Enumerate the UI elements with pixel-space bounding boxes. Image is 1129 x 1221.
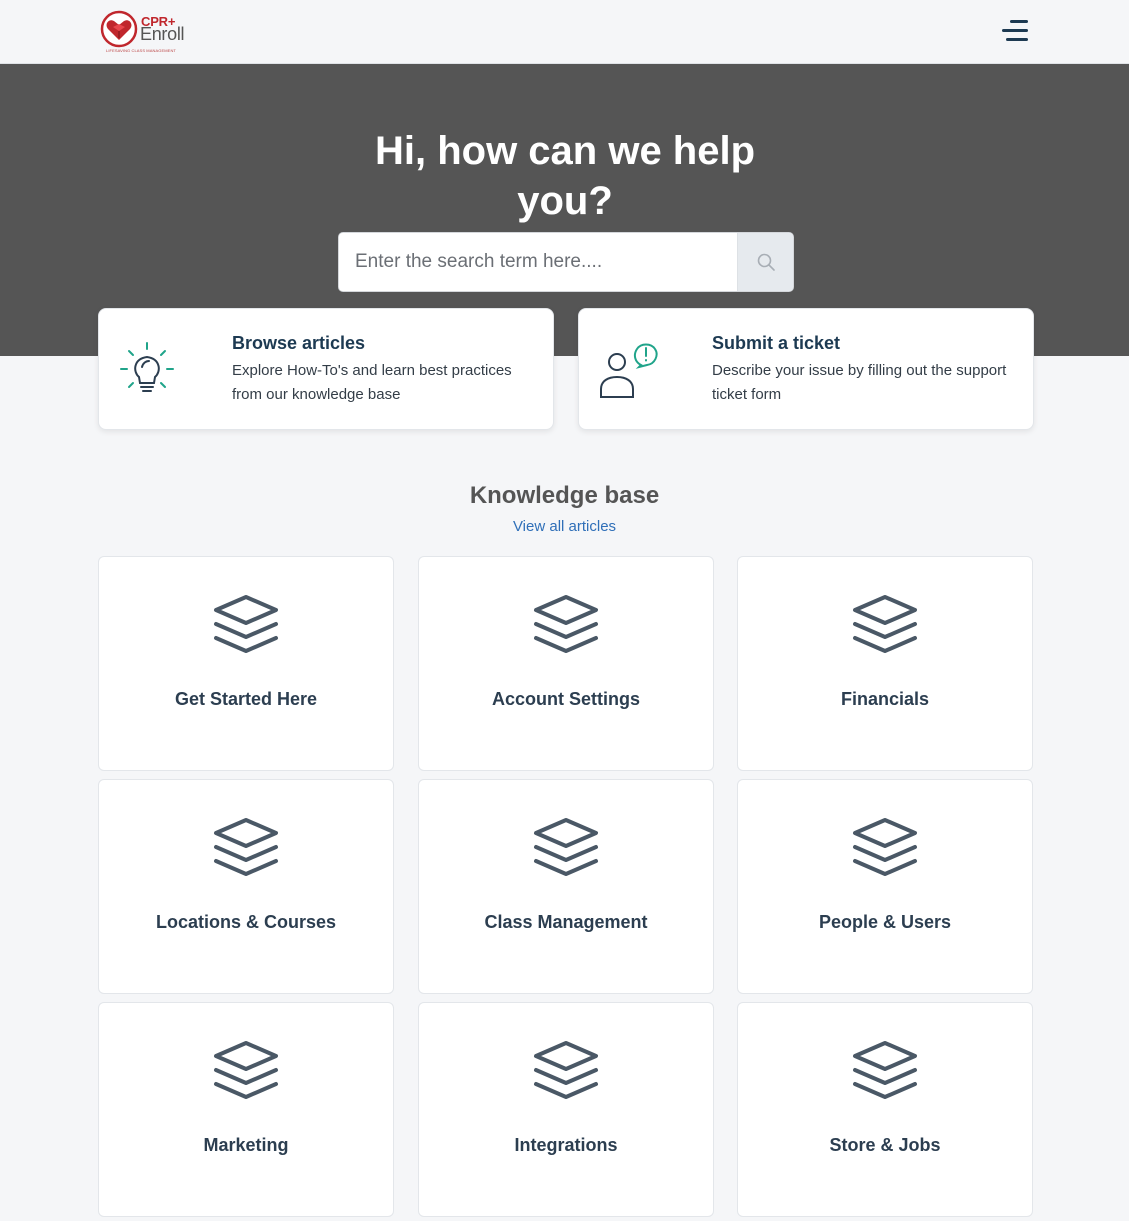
brand-logo[interactable]: CPR+ Enroll LIFESAVING CLASS MANAGEMENT	[100, 8, 192, 56]
category-card-account-settings[interactable]: Account Settings	[418, 556, 714, 771]
category-label: Store & Jobs	[829, 1135, 941, 1155]
search-button[interactable]	[737, 233, 793, 291]
logo-brand-main: Enroll	[140, 24, 185, 44]
submit-ticket-description: Describe your issue by filling out the s…	[712, 362, 1007, 403]
category-label: Marketing	[203, 1135, 289, 1155]
knowledge-base-heading: Knowledge base	[469, 482, 660, 509]
layers-icon	[534, 595, 598, 653]
logo-tagline: LIFESAVING CLASS MANAGEMENT	[106, 48, 176, 53]
category-card-locations-courses[interactable]: Locations & Courses	[98, 779, 394, 994]
browse-articles-description: Explore How-To's and learn best practice…	[232, 362, 512, 403]
hamburger-menu-icon[interactable]	[1000, 18, 1028, 44]
layers-icon	[214, 818, 278, 876]
layers-icon	[853, 595, 917, 653]
view-all-articles-link[interactable]: View all articles	[513, 518, 616, 535]
layers-icon	[853, 818, 917, 876]
category-card-class-management[interactable]: Class Management	[418, 779, 714, 994]
category-label: Get Started Here	[174, 689, 318, 709]
category-label: People & Users	[818, 912, 952, 932]
search-input[interactable]	[339, 233, 737, 291]
category-card-integrations[interactable]: Integrations	[418, 1002, 714, 1217]
layers-icon	[853, 1041, 917, 1099]
category-card-people-users[interactable]: People & Users	[737, 779, 1033, 994]
category-label: Financials	[840, 689, 930, 709]
category-card-store-jobs[interactable]: Store & Jobs	[737, 1002, 1033, 1217]
top-navbar: CPR+ Enroll LIFESAVING CLASS MANAGEMENT	[0, 0, 1129, 64]
user-alert-icon	[600, 343, 658, 398]
category-card-get-started[interactable]: Get Started Here	[98, 556, 394, 771]
browse-articles-card[interactable]: Browse articles Explore How-To's and lea…	[98, 308, 554, 430]
layers-icon	[214, 1041, 278, 1099]
layers-icon	[534, 1041, 598, 1099]
category-card-financials[interactable]: Financials	[737, 556, 1033, 771]
hero-title: Hi, how can we help you?	[374, 129, 756, 223]
category-card-marketing[interactable]: Marketing	[98, 1002, 394, 1217]
lightbulb-icon	[120, 342, 174, 392]
submit-ticket-title: Submit a ticket	[712, 333, 841, 353]
layers-icon	[214, 595, 278, 653]
browse-articles-title: Browse articles	[232, 333, 366, 353]
category-label: Locations & Courses	[155, 912, 337, 932]
view-all-articles-row: View all articles	[0, 518, 1129, 535]
search-icon	[757, 253, 775, 271]
category-label: Integrations	[514, 1135, 618, 1155]
category-label: Account Settings	[491, 689, 640, 709]
layers-icon	[534, 818, 598, 876]
heart-logo-icon	[100, 10, 138, 48]
category-label: Class Management	[484, 912, 648, 932]
submit-ticket-card[interactable]: Submit a ticket Describe your issue by f…	[578, 308, 1034, 430]
search-bar	[338, 232, 794, 292]
